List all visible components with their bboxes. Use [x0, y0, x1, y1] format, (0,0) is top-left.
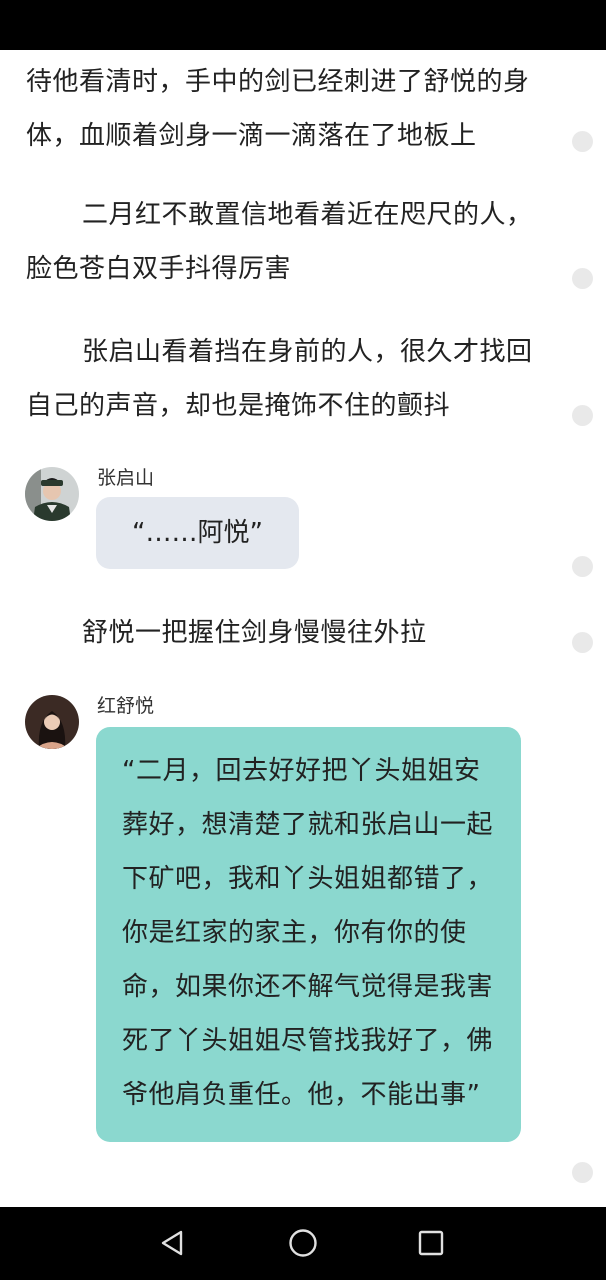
- comment-dot-icon[interactable]: [572, 556, 593, 577]
- comment-dot-icon[interactable]: [572, 131, 593, 152]
- chat-bubble: “……阿悦”: [96, 497, 299, 569]
- avatar[interactable]: [25, 467, 79, 521]
- navigation-bar: [0, 1207, 606, 1280]
- story-paragraph: 待他看清时，手中的剑已经刺进了舒悦的身体，血顺着剑身一滴一滴落在了地板上: [26, 67, 530, 151]
- speaker-name: 红舒悦: [97, 695, 155, 717]
- comment-dot-icon[interactable]: [572, 268, 593, 289]
- chat-bubble: “二月，回去好好把丫头姐姐安葬好，想清楚了就和张启山一起下矿吧，我和丫头姐姐都错…: [96, 727, 521, 1142]
- square-recents-icon[interactable]: [411, 1223, 451, 1263]
- story-paragraph: 二月红不敢置信地看着近在咫尺的人，脸色苍白双手抖得厉害: [26, 200, 533, 284]
- avatar[interactable]: [25, 695, 79, 749]
- comment-dot-icon[interactable]: [572, 1162, 593, 1183]
- triangle-back-icon[interactable]: [152, 1223, 192, 1263]
- story-content[interactable]: 待他看清时，手中的剑已经刺进了舒悦的身体，血顺着剑身一滴一滴落在了地板上 二月红…: [0, 50, 606, 1207]
- story-paragraph: 张启山看着挡在身前的人，很久才找回自己的声音，却也是掩饰不住的颤抖: [26, 337, 533, 421]
- circle-home-icon[interactable]: [283, 1223, 323, 1263]
- story-paragraph: 舒悦一把握住剑身慢慢往外拉: [82, 618, 427, 648]
- status-bar: [0, 0, 606, 50]
- speaker-name: 张启山: [97, 467, 155, 489]
- comment-dot-icon[interactable]: [572, 632, 593, 653]
- comment-dot-icon[interactable]: [572, 405, 593, 426]
